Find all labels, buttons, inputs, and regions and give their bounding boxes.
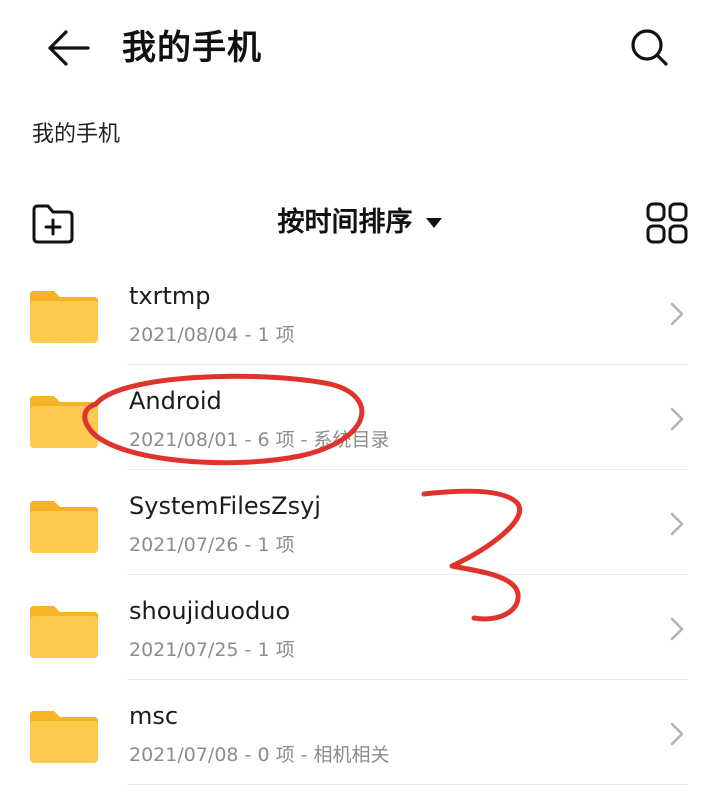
- file-name: SystemFilesZsyj: [129, 492, 321, 520]
- file-row-systemfileszsyj[interactable]: SystemFilesZsyj 2021/07/26 - 1 项: [0, 470, 720, 575]
- new-folder-icon: [32, 204, 74, 244]
- folder-icon: [30, 396, 98, 448]
- file-row-txrtmp[interactable]: txrtmp 2021/08/04 - 1 项: [0, 260, 720, 365]
- toolbar: 按时间排序: [0, 192, 720, 254]
- caret-down-icon: [425, 218, 442, 228]
- breadcrumb[interactable]: 我的手机: [32, 118, 120, 152]
- search-button[interactable]: [624, 22, 676, 74]
- chevron-right-icon: [670, 617, 684, 641]
- grid-view-button[interactable]: [640, 196, 694, 250]
- back-button[interactable]: [40, 24, 96, 72]
- sort-label: 按时间排序: [277, 207, 413, 238]
- chevron-right-icon: [670, 407, 684, 431]
- file-meta: 2021/08/01 - 6 项 - 系统目录: [129, 429, 390, 451]
- arrow-left-icon: [48, 30, 90, 66]
- file-meta: 2021/07/25 - 1 项: [129, 639, 295, 661]
- chevron-right-icon: [670, 722, 684, 746]
- new-folder-button[interactable]: [26, 198, 80, 248]
- file-meta: 2021/07/26 - 1 项: [129, 534, 295, 556]
- folder-icon: [30, 711, 98, 763]
- folder-icon: [30, 501, 98, 553]
- file-row-android[interactable]: Android 2021/08/01 - 6 项 - 系统目录: [0, 365, 720, 470]
- file-row-msc[interactable]: msc 2021/07/08 - 0 项 - 相机相关: [0, 680, 720, 785]
- chevron-right-icon: [670, 302, 684, 326]
- divider: [127, 784, 688, 785]
- file-name: txrtmp: [129, 282, 211, 310]
- file-list: txrtmp 2021/08/04 - 1 项 Android 2021/08/…: [0, 260, 720, 785]
- search-icon: [631, 29, 668, 66]
- folder-icon: [30, 606, 98, 658]
- page-title: 我的手机: [122, 28, 262, 68]
- grid-view-icon: [646, 202, 688, 244]
- file-meta: 2021/07/08 - 0 项 - 相机相关: [129, 744, 390, 766]
- chevron-right-icon: [670, 512, 684, 536]
- file-row-shoujiduoduo[interactable]: shoujiduoduo 2021/07/25 - 1 项: [0, 575, 720, 680]
- file-name: Android: [129, 387, 222, 415]
- file-name: msc: [129, 702, 179, 730]
- folder-icon: [30, 291, 98, 343]
- file-name: shoujiduoduo: [129, 597, 291, 625]
- sort-dropdown[interactable]: 按时间排序: [250, 198, 470, 248]
- app-bar: 我的手机: [0, 0, 720, 100]
- file-meta: 2021/08/04 - 1 项: [129, 324, 295, 346]
